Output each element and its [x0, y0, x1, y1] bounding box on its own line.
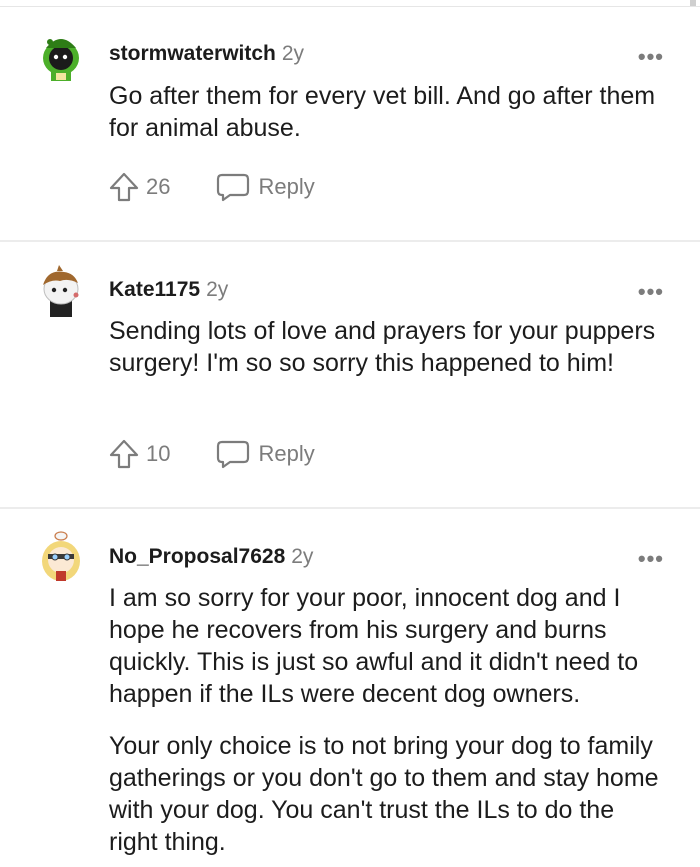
comment-age: 2y: [281, 42, 305, 65]
comment-meta: stormwaterwitch 2y: [109, 42, 304, 66]
vote-count: 10: [146, 441, 171, 466]
comment-body: Go after them for every vet bill. And go…: [109, 82, 656, 142]
reply-button[interactable]: Reply: [216, 439, 315, 469]
comment-actions: 26 Reply: [108, 170, 315, 204]
username[interactable]: Kate1175: [109, 278, 200, 301]
more-options-icon[interactable]: •••: [638, 46, 664, 68]
reply-button[interactable]: Reply: [216, 172, 315, 202]
username[interactable]: stormwaterwitch: [109, 42, 276, 65]
upvote-button[interactable]: 26: [108, 171, 170, 203]
speech-bubble-icon: [217, 440, 250, 469]
comment-body: Sending lots of love and prayers for you…: [109, 317, 656, 377]
more-options-icon[interactable]: •••: [638, 548, 664, 570]
comment-divider: [0, 240, 700, 242]
reply-label: Reply: [258, 441, 315, 466]
upvote-arrow-icon: [109, 172, 139, 202]
comment-body-paragraph-2: Your only choice is to not bring your do…: [109, 732, 659, 856]
user-avatar-icon[interactable]: [34, 530, 88, 584]
comment-age: 2y: [291, 545, 314, 568]
user-avatar-icon[interactable]: [34, 28, 88, 82]
scrollbar[interactable]: [690, 0, 696, 6]
reply-label: Reply: [258, 174, 315, 199]
username[interactable]: No_Proposal7628: [109, 545, 285, 568]
top-edge: [0, 0, 700, 7]
comment-meta: No_Proposal7628 2y: [109, 545, 313, 569]
comment-divider: [0, 507, 700, 509]
upvote-button[interactable]: 10: [108, 438, 170, 470]
vote-count: 26: [146, 174, 171, 199]
comment-meta: Kate1175 2y: [109, 278, 228, 302]
user-avatar-icon[interactable]: [34, 263, 88, 317]
comment-age: 2y: [206, 278, 229, 301]
comment-body-paragraph-1: I am so sorry for your poor, innocent do…: [109, 584, 639, 708]
more-options-icon[interactable]: •••: [638, 281, 664, 303]
comment-actions: 10 Reply: [108, 437, 315, 471]
speech-bubble-icon: [217, 173, 250, 202]
upvote-arrow-icon: [109, 439, 139, 469]
